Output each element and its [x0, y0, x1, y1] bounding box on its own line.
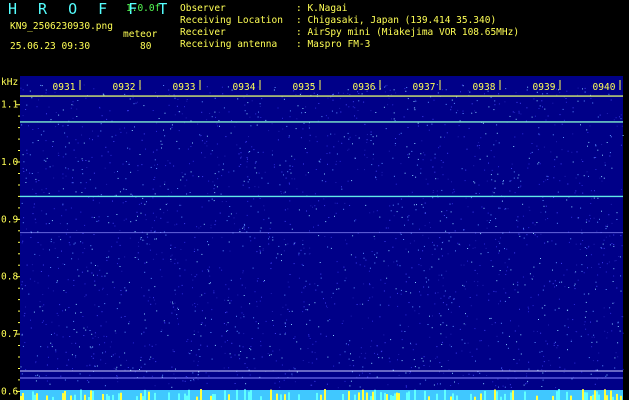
x-tick-label: 0933 — [173, 82, 196, 93]
bottom-intensity-strip — [20, 389, 623, 400]
receiver-label: Receiver — [180, 27, 226, 38]
observer-value: : K.Nagai — [296, 3, 348, 14]
antenna-label: Receiving antenna — [180, 39, 278, 50]
y-tick-label: 1.1 — [1, 100, 18, 111]
x-tick-label: 0932 — [113, 82, 136, 93]
antenna-value: : Maspro FM-3 — [296, 39, 371, 50]
spectrogram-plot: 1.1 1.0 0.9 0.8 0.7 0.6 0931 0932 0933 0934 0935 09… — [0, 76, 629, 400]
x-tick-label: 0934 — [233, 82, 256, 93]
y-tick-label: 0.8 — [1, 272, 18, 283]
y-axis-unit: kHz — [1, 77, 18, 88]
receiver-value: : AirSpy mini (Miakejima VOR 108.65MHz) — [296, 27, 520, 38]
x-tick-label: 0931 — [53, 82, 76, 93]
location-value: : Chigasaki, Japan (139.414 35.340) — [296, 15, 497, 26]
location-label: Receiving Location — [180, 15, 283, 26]
spectrogram-background — [20, 76, 623, 400]
y-tick-label: 0.9 — [1, 214, 18, 225]
observer-label: Observer — [180, 3, 226, 14]
x-tick-label: 0935 — [293, 82, 316, 93]
y-tick-label: 1.0 — [1, 157, 18, 168]
x-tick-label: 0937 — [413, 82, 436, 93]
x-tick-label: 0940 — [593, 82, 616, 93]
file-name: KN9_2506230930.png — [10, 21, 113, 32]
x-tick-label: 0938 — [473, 82, 496, 93]
header-panel: H R O F F T 1.0.0f KN9_2506230930.png 25… — [0, 0, 629, 76]
x-tick-label: 0936 — [353, 82, 376, 93]
meteor-label: meteor — [123, 29, 158, 40]
y-tick-label: 0.6 — [1, 386, 18, 397]
meteor-count: 80 — [140, 41, 152, 52]
x-tick-label: 0939 — [533, 82, 556, 93]
y-tick-label: 0.7 — [1, 329, 18, 340]
app-version: 1.0.0f — [126, 3, 161, 14]
file-timestamp: 25.06.23 09:30 — [10, 41, 91, 52]
